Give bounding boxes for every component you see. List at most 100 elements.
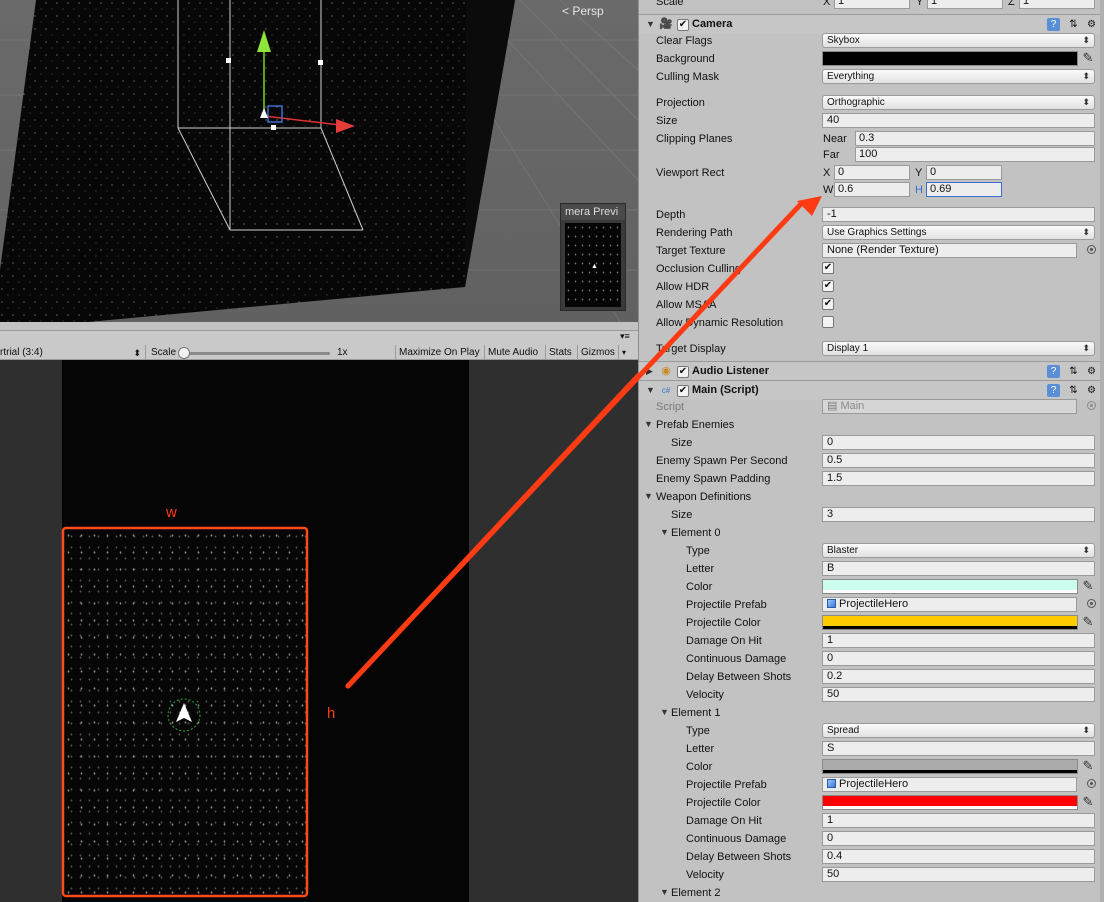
gear-icon[interactable]: ⚙	[1085, 384, 1098, 397]
allow-dynamic-resolution-checkbox[interactable]	[822, 316, 834, 328]
target-texture-field[interactable]: None (Render Texture)	[822, 243, 1077, 258]
projectile-color-swatch[interactable]	[822, 795, 1078, 810]
foldout-icon[interactable]: ▼	[644, 491, 653, 501]
viewport-w-field[interactable]: 0.6	[834, 182, 910, 197]
help-icon[interactable]: ?	[1047, 384, 1060, 397]
inspector-scrollbar[interactable]	[1100, 0, 1104, 902]
letter-field[interactable]: S	[822, 741, 1095, 756]
audio-listener-header[interactable]: ▶ ◉ ✔ Audio Listener ? ⇅ ⚙	[639, 361, 1104, 381]
delay-between-shots-field[interactable]: 0.2	[822, 669, 1095, 684]
color-swatch[interactable]	[822, 759, 1078, 774]
scale-z-field[interactable]: 1	[1019, 0, 1095, 9]
gizmos-button[interactable]: Gizmos	[577, 345, 618, 361]
velocity-field[interactable]: 50	[822, 687, 1095, 702]
continuous-damage-field[interactable]: 0	[822, 651, 1095, 666]
clear-flags-dropdown[interactable]: Skybox	[822, 33, 1095, 48]
audio-listener-checkbox[interactable]: ✔	[677, 366, 689, 378]
main-script-checkbox[interactable]: ✔	[677, 385, 689, 397]
preset-icon[interactable]: ⇅	[1067, 384, 1080, 397]
weapon-definitions-row[interactable]: ▼ Weapon Definitions	[639, 488, 1104, 506]
color-swatch[interactable]	[822, 579, 1078, 594]
far-field[interactable]: 100	[855, 147, 1095, 162]
eyedropper-icon[interactable]: ✎	[1080, 614, 1096, 630]
preset-icon[interactable]: ⇅	[1067, 365, 1080, 378]
background-color-swatch[interactable]	[822, 51, 1078, 66]
camera-component-header[interactable]: ▼ 🎥 ✔ Camera ? ⇅ ⚙	[639, 14, 1104, 34]
viewport-x-field[interactable]: 0	[834, 165, 910, 180]
projectile-color-swatch[interactable]	[822, 615, 1078, 630]
element-2-row[interactable]: ▼ Element 2	[639, 884, 1104, 902]
letter-field[interactable]: B	[822, 561, 1095, 576]
scene-view[interactable]: < Persp mera Previ ▲	[0, 0, 638, 322]
foldout-icon[interactable]: ▼	[660, 527, 669, 537]
type-dropdown[interactable]: Blaster	[822, 543, 1095, 558]
foldout-icon[interactable]: ▶	[646, 366, 653, 377]
aspect-dropdown[interactable]: rtrial (3:4) ⬍	[0, 345, 146, 361]
mute-audio-button[interactable]: Mute Audio	[484, 345, 541, 361]
main-script-header[interactable]: ▼ c# ✔ Main (Script) ? ⇅ ⚙	[639, 380, 1104, 400]
camera-preview: mera Previ ▲	[560, 203, 626, 311]
gizmos-dropdown-icon[interactable]: ▾	[618, 345, 629, 361]
object-picker-icon[interactable]	[1087, 599, 1096, 608]
projection-dropdown[interactable]: Orthographic	[822, 95, 1095, 110]
allow-msaa-checkbox[interactable]: ✔	[822, 298, 834, 310]
scale-y-field[interactable]: 1	[927, 0, 1003, 9]
foldout-icon[interactable]: ▼	[660, 707, 669, 717]
allow-hdr-checkbox[interactable]: ✔	[822, 280, 834, 292]
rendering-path-dropdown[interactable]: Use Graphics Settings	[822, 225, 1095, 240]
enemy-spawn-per-second-field[interactable]: 0.5	[822, 453, 1095, 468]
viewport-xy-row: Viewport Rect X 0 Y 0	[639, 164, 1104, 182]
camera-title: Camera	[692, 18, 733, 30]
type-dropdown[interactable]: Spread	[822, 723, 1095, 738]
stats-button[interactable]: Stats	[545, 345, 575, 361]
prefab-enemies-row[interactable]: ▼ Prefab Enemies	[639, 416, 1104, 434]
scale-x-field[interactable]: 1	[834, 0, 910, 9]
viewport-h-field[interactable]: 0.69	[926, 182, 1002, 197]
element-title: Element 1	[671, 707, 721, 719]
game-view[interactable]: w h	[0, 360, 638, 902]
eyedropper-icon[interactable]: ✎	[1080, 50, 1096, 66]
eyedropper-icon[interactable]: ✎	[1080, 794, 1096, 810]
gear-icon[interactable]: ⚙	[1085, 365, 1098, 378]
eyedropper-icon[interactable]: ✎	[1080, 578, 1096, 594]
projectile-prefab-field[interactable]: ProjectileHero	[822, 597, 1077, 612]
tab-menu-icon[interactable]: ▾≡	[620, 331, 638, 343]
foldout-icon[interactable]: ▼	[646, 19, 655, 29]
maximize-on-play-button[interactable]: Maximize On Play	[395, 345, 483, 361]
eyedropper-icon[interactable]: ✎	[1080, 758, 1096, 774]
projectile-prefab-field[interactable]: ProjectileHero	[822, 777, 1077, 792]
size-field[interactable]: 40	[822, 113, 1095, 128]
help-icon[interactable]: ?	[1047, 18, 1060, 31]
preset-icon[interactable]: ⇅	[1067, 18, 1080, 31]
persp-label[interactable]: < Persp	[562, 4, 604, 18]
scale-slider-track[interactable]	[182, 352, 330, 355]
help-icon[interactable]: ?	[1047, 365, 1060, 378]
occlusion-culling-checkbox[interactable]: ✔	[822, 262, 834, 274]
target-display-dropdown[interactable]: Display 1	[822, 341, 1095, 356]
viewport-y-field[interactable]: 0	[926, 165, 1002, 180]
enemy-spawn-padding-field[interactable]: 1.5	[822, 471, 1095, 486]
foldout-icon[interactable]: ▼	[646, 385, 655, 395]
continuous-damage-field[interactable]: 0	[822, 831, 1095, 846]
foldout-icon[interactable]: ▼	[644, 419, 653, 429]
gear-icon[interactable]: ⚙	[1085, 18, 1098, 31]
element-0-color-row: Color ✎	[639, 578, 1104, 596]
damage-on-hit-field[interactable]: 1	[822, 813, 1095, 828]
delay-between-shots-field[interactable]: 0.4	[822, 849, 1095, 864]
element-1-row[interactable]: ▼ Element 1	[639, 704, 1104, 722]
foldout-icon[interactable]: ▼	[660, 887, 669, 897]
culling-mask-dropdown[interactable]: Everything	[822, 69, 1095, 84]
script-field: ▤ Main	[822, 399, 1077, 414]
near-field[interactable]: 0.3	[855, 131, 1095, 146]
object-picker-icon[interactable]	[1087, 779, 1096, 788]
depth-field[interactable]: -1	[822, 207, 1095, 222]
scale-slider-knob[interactable]	[178, 347, 190, 359]
background-row: Background ✎	[639, 50, 1104, 68]
prefab-enemies-size-field[interactable]: 0	[822, 435, 1095, 450]
velocity-field[interactable]: 50	[822, 867, 1095, 882]
damage-on-hit-field[interactable]: 1	[822, 633, 1095, 648]
weapon-definitions-size-field[interactable]: 3	[822, 507, 1095, 522]
object-picker-icon[interactable]	[1087, 245, 1096, 254]
camera-enabled-checkbox[interactable]: ✔	[677, 19, 689, 31]
element-0-row[interactable]: ▼ Element 0	[639, 524, 1104, 542]
